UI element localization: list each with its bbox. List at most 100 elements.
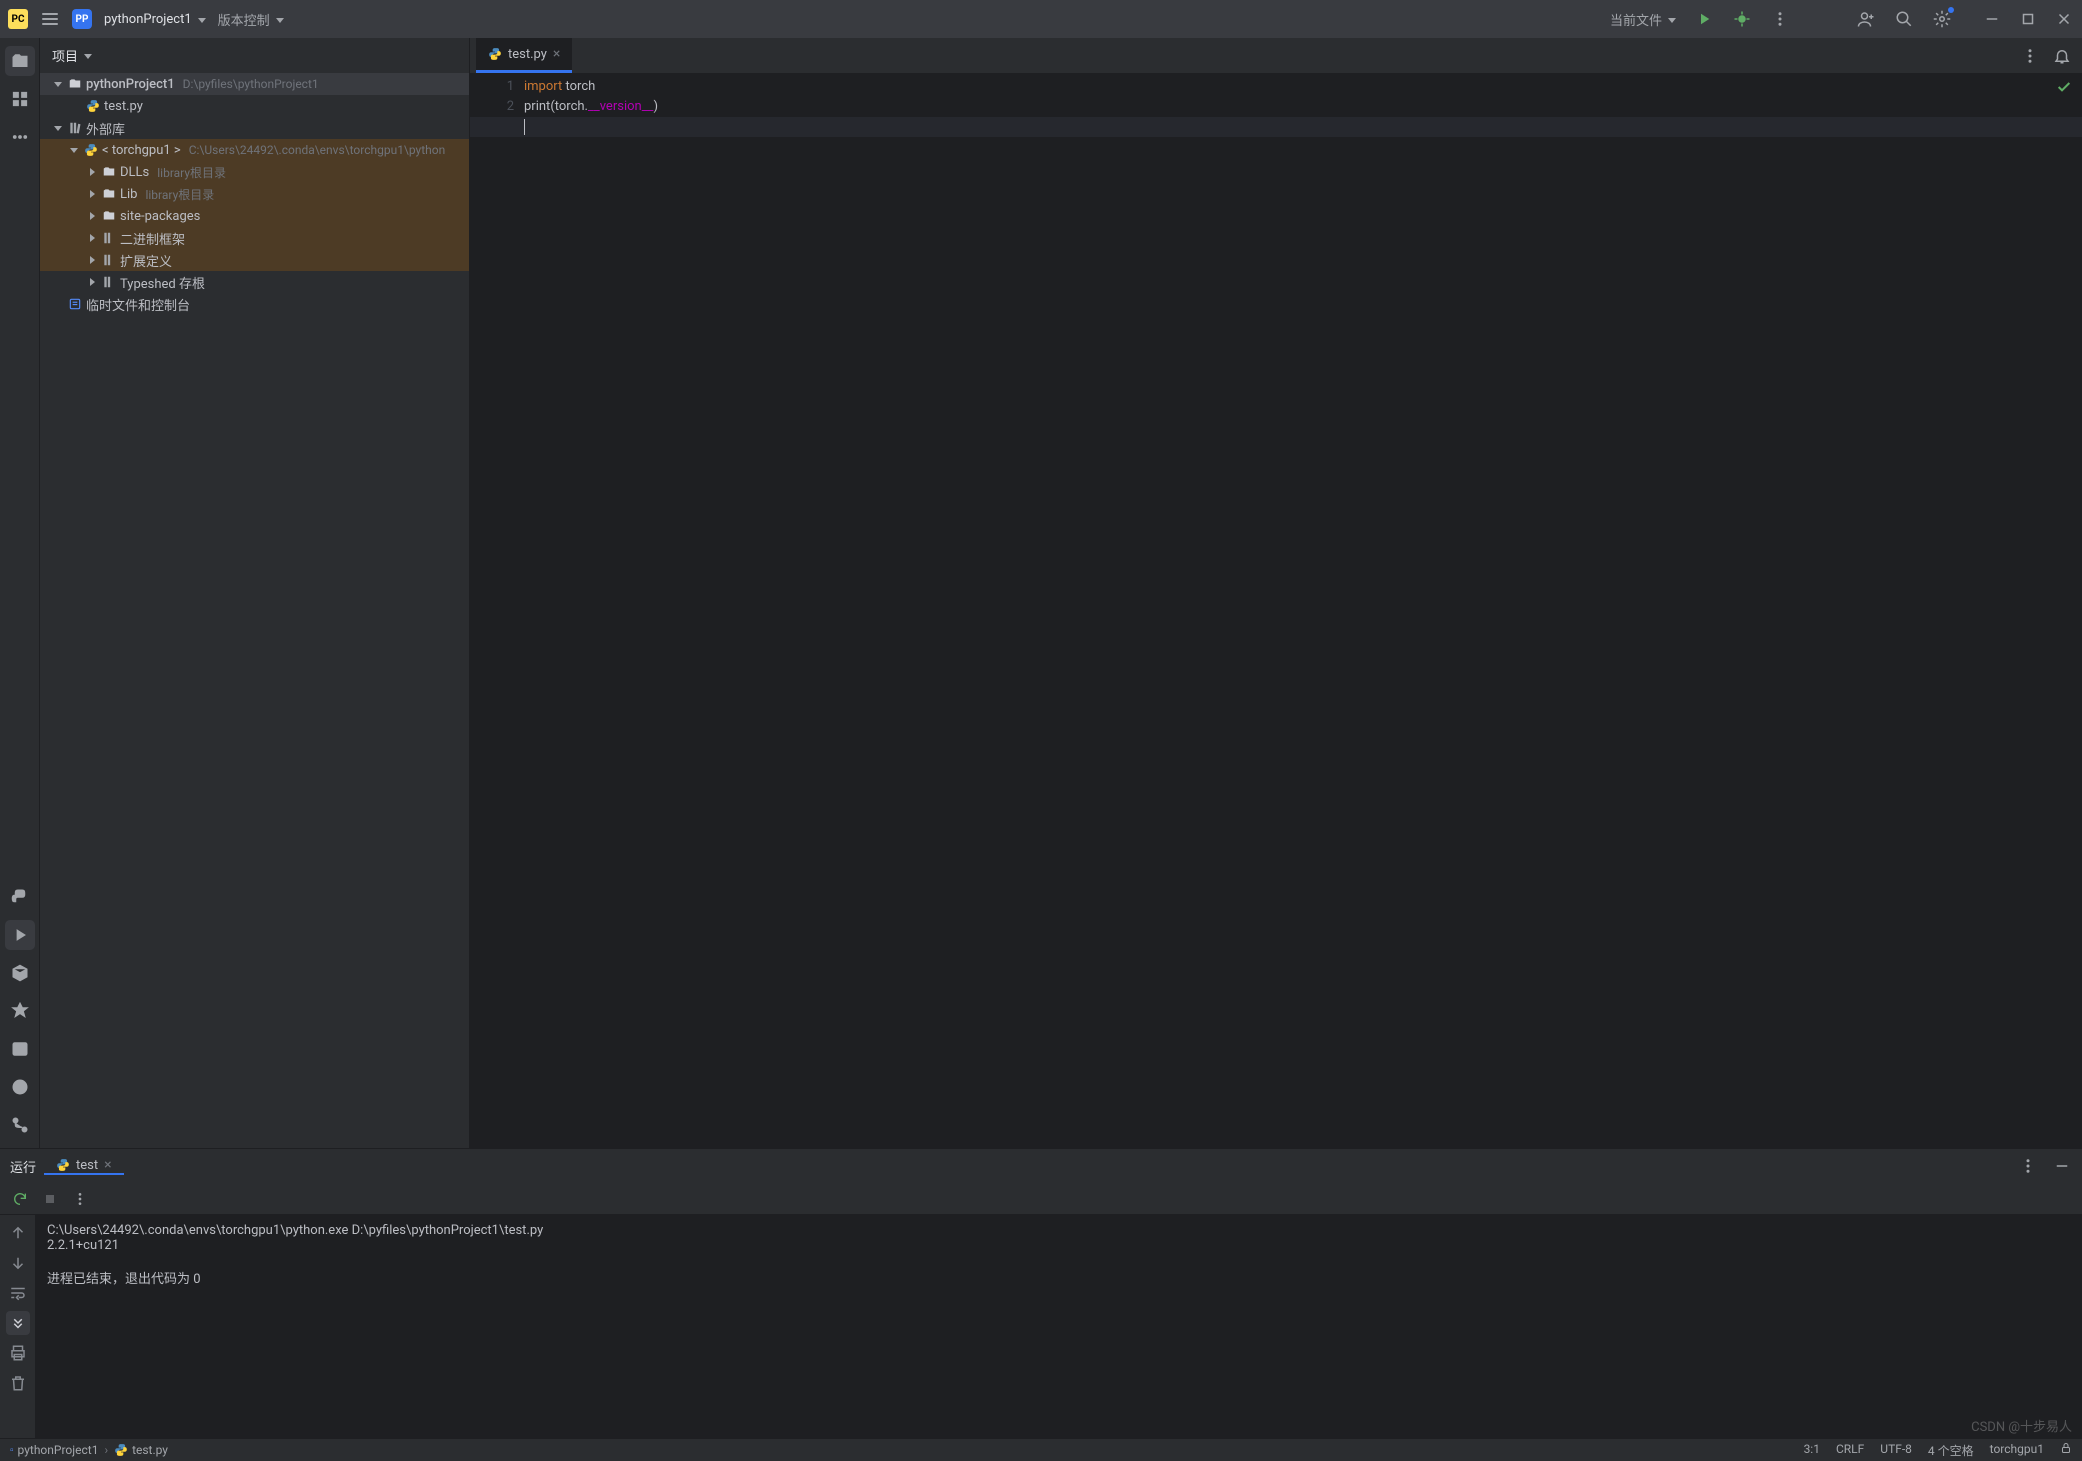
file-encoding[interactable]: UTF-8	[1880, 1442, 1912, 1459]
more-actions-button[interactable]	[1770, 9, 1790, 29]
hide-panel-button[interactable]	[2052, 1156, 2072, 1176]
terminal-tool-button[interactable]	[5, 1034, 35, 1064]
tree-path: D:\pyfiles\pythonProject1	[183, 77, 319, 91]
tree-file[interactable]: test.py	[40, 95, 469, 117]
packages-tool-button[interactable]	[5, 958, 35, 988]
editor-more-button[interactable]	[2020, 46, 2040, 66]
scratches-icon	[68, 297, 82, 311]
library-icon	[102, 253, 116, 267]
maximize-button[interactable]	[2018, 9, 2038, 29]
soft-wrap-button[interactable]	[6, 1281, 30, 1305]
title-bar: PC PP pythonProject1 版本控制 当前文件	[0, 0, 2082, 38]
run-config-tab[interactable]: test ×	[44, 1157, 124, 1175]
python-interpreter[interactable]: torchgpu1	[1990, 1442, 2044, 1459]
close-window-button[interactable]	[2054, 9, 2074, 29]
tree-folder[interactable]: 二进制框架	[40, 227, 469, 249]
stop-button[interactable]	[40, 1189, 60, 1209]
editor-tab[interactable]: test.py ×	[476, 38, 572, 73]
expander-icon[interactable]	[68, 148, 80, 153]
scroll-up-button[interactable]	[6, 1221, 30, 1245]
clear-button[interactable]	[6, 1371, 30, 1395]
readonly-lock-icon[interactable]	[2060, 1442, 2072, 1459]
settings-button[interactable]	[1932, 9, 1952, 29]
more-tools-button[interactable]	[5, 122, 35, 152]
expander-icon[interactable]	[86, 190, 98, 198]
tree-hint: library根目录	[157, 164, 226, 181]
chevron-down-icon	[196, 12, 206, 27]
tree-root-project[interactable]: pythonProject1 D:\pyfiles\pythonProject1	[40, 73, 469, 95]
console-output[interactable]: C:\Users\24492\.conda\envs\torchgpu1\pyt…	[35, 1215, 2082, 1438]
expander-icon[interactable]	[86, 278, 98, 286]
scroll-down-button[interactable]	[6, 1251, 30, 1275]
run-config-dropdown[interactable]: 当前文件	[1610, 10, 1676, 29]
print-button[interactable]	[6, 1341, 30, 1365]
gutter: 1 2 3	[470, 73, 524, 1148]
run-panel: 运行 test ×	[0, 1148, 2082, 1438]
expander-icon[interactable]	[86, 168, 98, 176]
tree-external-libs[interactable]: 外部库	[40, 117, 469, 139]
code-token: (torch.	[550, 99, 588, 114]
search-button[interactable]	[1894, 9, 1914, 29]
main-menu-button[interactable]	[40, 9, 60, 29]
services-tool-button[interactable]	[5, 996, 35, 1026]
code-token: print	[524, 99, 550, 114]
tree-label: 二进制框架	[120, 229, 185, 248]
code-token: torch	[562, 79, 595, 94]
expander-icon[interactable]	[86, 212, 98, 220]
tree-folder[interactable]: 扩展定义	[40, 249, 469, 271]
structure-tool-button[interactable]	[5, 84, 35, 114]
problems-tool-button[interactable]	[5, 1072, 35, 1102]
breadcrumb-item[interactable]: ▫ pythonProject1	[10, 1443, 98, 1457]
project-name-label: pythonProject1	[104, 12, 192, 27]
python-file-icon	[488, 47, 502, 61]
run-panel-more-button[interactable]	[2018, 1156, 2038, 1176]
editor-body[interactable]: 1 2 3 import torch print(torch.__version…	[470, 73, 2082, 1148]
chevron-down-icon	[1666, 12, 1676, 27]
vcs-label: 版本控制	[218, 10, 270, 29]
tree-folder[interactable]: Lib library根目录	[40, 183, 469, 205]
project-tree[interactable]: pythonProject1 D:\pyfiles\pythonProject1…	[40, 73, 469, 1148]
code-content[interactable]: import torch print(torch.__version__)	[524, 73, 2082, 1148]
project-panel-header[interactable]: 项目	[40, 38, 469, 73]
line-number: 1	[470, 77, 514, 97]
tree-env-root[interactable]: < torchgpu1 > C:\Users\24492\.conda\envs…	[40, 139, 469, 161]
expander-icon[interactable]	[86, 256, 98, 264]
code-token: __version__	[588, 99, 653, 114]
toolbar-more-button[interactable]	[70, 1189, 90, 1209]
minimize-button[interactable]	[1982, 9, 2002, 29]
tree-scratches[interactable]: 临时文件和控制台	[40, 293, 469, 315]
scroll-to-end-button[interactable]	[6, 1311, 30, 1335]
run-tool-button[interactable]	[5, 920, 35, 950]
tree-folder[interactable]: DLLs library根目录	[40, 161, 469, 183]
line-separator[interactable]: CRLF	[1836, 1442, 1864, 1459]
editor-tabs: test.py ×	[470, 38, 2082, 73]
git-tool-button[interactable]	[5, 1110, 35, 1140]
vcs-dropdown[interactable]: 版本控制	[218, 10, 284, 29]
tree-folder[interactable]: site-packages	[40, 205, 469, 227]
status-bar: ▫ pythonProject1 › test.py 3:1 CRLF UTF-…	[0, 1438, 2082, 1461]
expander-icon[interactable]	[86, 234, 98, 242]
tree-label: pythonProject1	[86, 77, 175, 92]
console-line: 进程已结束，退出代码为 0	[47, 1268, 2070, 1287]
expander-icon[interactable]	[52, 126, 64, 131]
indent-settings[interactable]: 4 个空格	[1928, 1442, 1974, 1459]
cursor-position[interactable]: 3:1	[1804, 1442, 1820, 1459]
tree-label: 临时文件和控制台	[86, 295, 190, 314]
tree-folder[interactable]: Typeshed 存根	[40, 271, 469, 293]
notifications-button[interactable]	[2052, 46, 2072, 66]
rerun-button[interactable]	[10, 1189, 30, 1209]
run-button[interactable]	[1694, 9, 1714, 29]
close-tab-button[interactable]: ×	[553, 46, 560, 62]
debug-button[interactable]	[1732, 9, 1752, 29]
breadcrumb-separator: ›	[104, 1443, 108, 1457]
caret	[524, 119, 525, 135]
breadcrumb-item[interactable]: test.py	[114, 1443, 168, 1457]
code-with-me-button[interactable]	[1856, 9, 1876, 29]
breadcrumb-label: pythonProject1	[18, 1443, 99, 1457]
project-tool-button[interactable]	[5, 46, 35, 76]
project-dropdown[interactable]: pythonProject1	[104, 12, 206, 27]
expander-icon[interactable]	[52, 82, 64, 87]
tree-path: C:\Users\24492\.conda\envs\torchgpu1\pyt…	[189, 143, 446, 157]
close-tab-button[interactable]: ×	[104, 1157, 111, 1173]
python-console-tool-button[interactable]	[5, 882, 35, 912]
